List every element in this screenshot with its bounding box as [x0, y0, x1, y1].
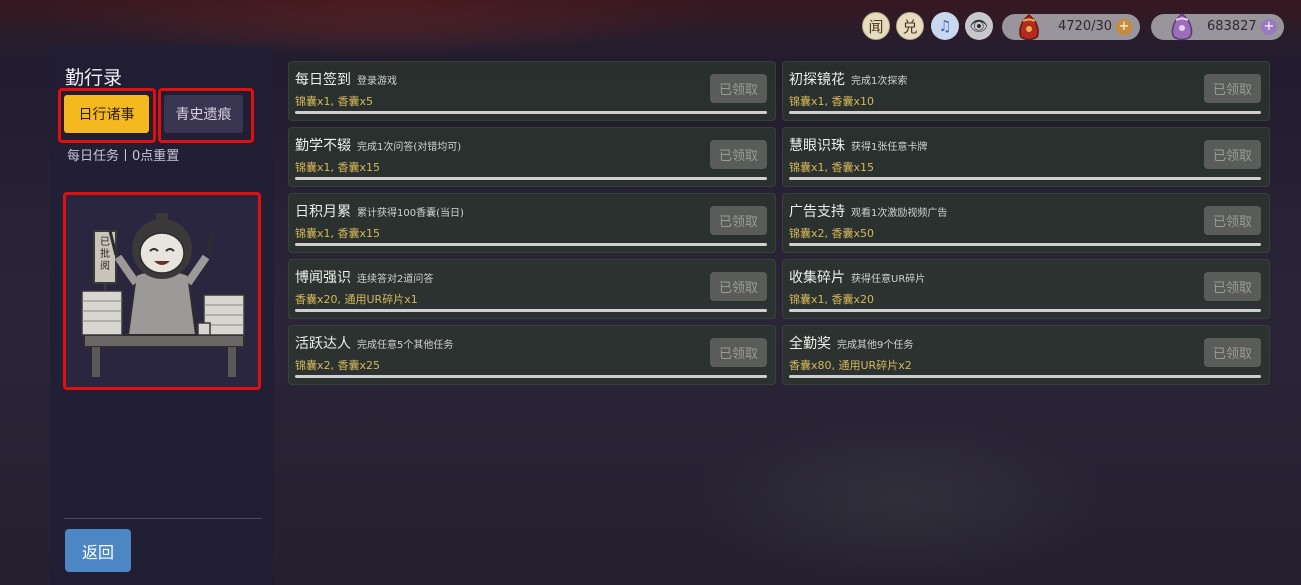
claimed-button[interactable]: 已领取: [1204, 74, 1261, 103]
fragrance-pouch-icon: [1019, 13, 1039, 41]
music-icon[interactable]: ♫: [931, 12, 959, 40]
claimed-button[interactable]: 已领取: [1204, 206, 1261, 235]
news-icon[interactable]: 闻: [862, 12, 890, 40]
task-description: 完成1次探索: [851, 76, 908, 87]
task-card: 每日签到 登录游戏锦囊x1, 香囊x5 已领取: [288, 61, 776, 121]
task-card: 全勤奖 完成其他9个任务香囊x80, 通用UR碎片x2 已领取: [782, 325, 1270, 385]
claimed-button[interactable]: 已领取: [710, 140, 767, 169]
task-description: 完成其他9个任务: [837, 340, 914, 351]
task-name: 收集碎片: [789, 270, 845, 286]
sidebar: 勤行录 日行诸事 青史遗痕 每日任务丨0点重置 已批阅 返回: [50, 46, 274, 585]
task-description: 完成任意5个其他任务: [357, 340, 454, 351]
add-gem-button[interactable]: +: [1261, 19, 1277, 35]
task-description: 累计获得100香囊(当日): [357, 208, 464, 219]
task-card: 初探镜花 完成1次探索锦囊x1, 香囊x10 已领取: [782, 61, 1270, 121]
fragrance-value: 4720/30: [1058, 19, 1113, 34]
task-reward: 香囊x80, 通用UR碎片x2: [789, 359, 912, 372]
task-progress-bar: [295, 111, 767, 114]
task-description: 获得任意UR碎片: [851, 274, 926, 285]
task-progress-bar: [789, 375, 1261, 378]
task-card: 收集碎片 获得任意UR碎片锦囊x1, 香囊x20 已领取: [782, 259, 1270, 319]
task-description: 获得1张任意卡牌: [851, 142, 928, 153]
add-fragrance-button[interactable]: +: [1116, 19, 1132, 35]
task-name: 慧眼识珠: [789, 138, 845, 154]
redeem-icon[interactable]: 兑: [896, 12, 924, 40]
tab-history-records[interactable]: 青史遗痕: [164, 95, 243, 133]
back-button[interactable]: 返回: [65, 529, 131, 572]
eye-glyph: 👁: [969, 17, 989, 35]
task-description: 完成1次问答(对错均可): [357, 142, 462, 153]
task-reward: 锦囊x2, 香囊x25: [295, 359, 381, 372]
task-name: 日积月累: [295, 204, 351, 220]
task-card: 活跃达人 完成任意5个其他任务锦囊x2, 香囊x25 已领取: [288, 325, 776, 385]
task-progress-bar: [295, 375, 767, 378]
task-name: 全勤奖: [789, 336, 831, 352]
task-progress-bar: [789, 243, 1261, 246]
task-reward: 锦囊x1, 香囊x10: [789, 95, 875, 108]
task-name: 初探镜花: [789, 72, 845, 88]
task-name: 广告支持: [789, 204, 845, 220]
tab-daily-tasks[interactable]: 日行诸事: [64, 95, 149, 133]
task-card: 博闻强识 连续答对2道问答香囊x20, 通用UR碎片x1 已领取: [288, 259, 776, 319]
claimed-button[interactable]: 已领取: [1204, 140, 1261, 169]
task-name: 勤学不辍: [295, 138, 351, 154]
scholar-illustration: [81, 213, 245, 377]
task-reward: 锦囊x1, 香囊x5: [295, 95, 374, 108]
page-title: 勤行录: [65, 67, 123, 89]
task-name: 活跃达人: [295, 336, 351, 352]
gem-value: 683827: [1207, 19, 1257, 34]
task-name: 博闻强识: [295, 270, 351, 286]
task-name: 每日签到: [295, 72, 351, 88]
task-progress-bar: [789, 177, 1261, 180]
claimed-button[interactable]: 已领取: [1204, 338, 1261, 367]
task-card: 广告支持 观看1次激励视频广告锦囊x2, 香囊x50 已领取: [782, 193, 1270, 253]
eye-icon[interactable]: 👁: [965, 12, 993, 40]
task-progress-bar: [789, 309, 1261, 312]
divider: [64, 518, 262, 519]
task-card: 日积月累 累计获得100香囊(当日) 锦囊x1, 香囊x15 已领取: [288, 193, 776, 253]
claimed-button[interactable]: 已领取: [1204, 272, 1261, 301]
claimed-button[interactable]: 已领取: [710, 272, 767, 301]
fragrance-counter: 4720/30 +: [1002, 13, 1140, 41]
task-reward: 锦囊x1, 香囊x15: [789, 161, 875, 174]
task-progress-bar: [295, 243, 767, 246]
task-description: 观看1次激励视频广告: [851, 208, 948, 219]
task-description: 登录游戏: [357, 76, 397, 87]
claimed-button[interactable]: 已领取: [710, 338, 767, 367]
task-list: 每日签到 登录游戏 锦囊x1, 香囊x5 已领取 初探镜花 完成1次探索 锦囊x1, 香囊x…: [288, 61, 1271, 385]
news-glyph: 闻: [868, 17, 884, 36]
task-reward: 锦囊x2, 香囊x50: [789, 227, 875, 240]
task-reward: 锦囊x1, 香囊x20: [789, 293, 875, 306]
redeem-glyph: 兑: [902, 17, 918, 36]
task-progress-bar: [295, 309, 767, 312]
task-reward: 锦囊x1, 香囊x15: [295, 161, 381, 174]
portrait-sign-text: 已批阅: [100, 237, 110, 272]
character-portrait: 已批阅: [63, 192, 261, 390]
gem-pouch-icon: [1171, 12, 1193, 41]
task-card: 慧眼识珠 获得1张任意卡牌锦囊x1, 香囊x15 已领取: [782, 127, 1270, 187]
task-card: 勤学不辍 完成1次问答(对错均可) 锦囊x1, 香囊x15 已领取: [288, 127, 776, 187]
reset-info: 每日任务丨0点重置: [67, 149, 180, 164]
gem-counter: 683827 +: [1151, 12, 1284, 41]
task-description: 连续答对2道问答: [357, 274, 434, 285]
task-progress-bar: [789, 111, 1261, 114]
music-glyph: ♫: [938, 17, 952, 35]
task-progress-bar: [295, 177, 767, 180]
claimed-button[interactable]: 已领取: [710, 74, 767, 103]
claimed-button[interactable]: 已领取: [710, 206, 767, 235]
task-reward: 香囊x20, 通用UR碎片x1: [295, 293, 418, 306]
task-reward: 锦囊x1, 香囊x15: [295, 227, 381, 240]
